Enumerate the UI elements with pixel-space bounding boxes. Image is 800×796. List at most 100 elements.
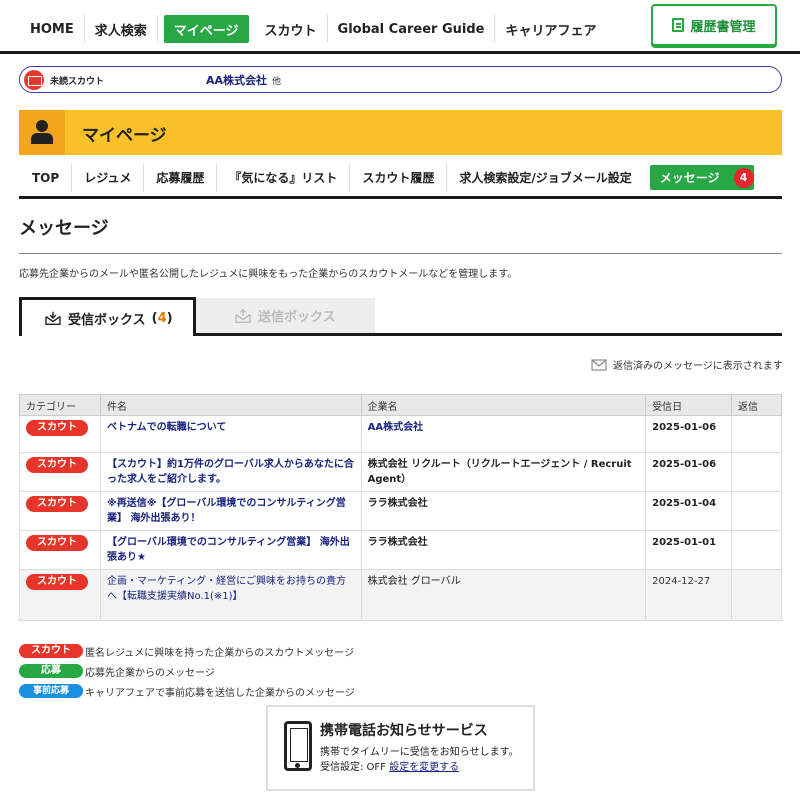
row-date-cell: 2024-12-27 (645, 569, 733, 621)
row-subject-link[interactable]: ベトナムでの転職について (107, 422, 226, 433)
category-tag: スカウト (26, 420, 88, 436)
subnav-top[interactable]: TOP (19, 163, 73, 192)
subnav-resume[interactable]: レジュメ (72, 163, 145, 192)
row-subject-cell: 企画・マーケティング・経営にご興味をお持ちの貴方へ【転職支援実績No.1(※1)… (99, 569, 362, 621)
row-category: スカウト (19, 569, 101, 621)
row-date: 2025-01-04 (652, 498, 717, 509)
mypage-header: マイページ (19, 110, 782, 155)
page-title: メッセージ (19, 218, 109, 239)
row-subject-cell: 【スカウト】約1万件のグローバル求人からあなたに合った求人をご紹介します。 (99, 452, 362, 492)
row-subject-link[interactable]: 【スカウト】約1万件のグローバル求人からあなたに合った求人をご紹介します。 (107, 459, 354, 485)
row-date-cell: 2025-01-01 (645, 530, 733, 570)
unread-scout-company[interactable]: AA株式会社他 (206, 72, 281, 88)
mobile-service-title: 携帯電話お知らせサービス (320, 723, 488, 739)
mobile-service-status: 受信設定: OFF 設定を変更する (320, 758, 459, 773)
unread-scout-bar[interactable]: 未読スカウト AA株式会社他 (19, 66, 782, 93)
legend-text-scout: 匿名レジュメに興味を持った企業からのスカウトメッセージ (85, 647, 355, 659)
subnav-messages-label: メッセージ (659, 171, 720, 185)
row-date: 2025-01-01 (652, 537, 717, 548)
nav-home[interactable]: HOME (20, 15, 85, 43)
messages-count-badge: 4 (733, 167, 754, 188)
row-reply-cell (731, 569, 782, 621)
row-date: 2024-12-27 (652, 576, 711, 587)
change-settings-link[interactable]: 設定を変更する (389, 762, 459, 773)
mobile-notification-box: 携帯電話お知らせサービス 携帯でタイムリーに受信をお知らせします。 受信設定: … (266, 705, 535, 791)
reply-note-text: 返信済みのメッセージに表示されます (613, 361, 783, 372)
resume-management-button[interactable]: 履歴書管理 (651, 4, 777, 46)
subnav-scout-history[interactable]: スカウト履歴 (350, 163, 448, 192)
row-reply-cell (731, 415, 782, 453)
legend-tag-scout: スカウト (19, 644, 83, 658)
unread-scout-other: 他 (272, 77, 282, 87)
inbox-icon (45, 311, 61, 325)
outbox-icon (235, 308, 251, 323)
row-subject-link[interactable]: 【グローバル環境でのコンサルティング営業】 海外出張あり★ (107, 537, 350, 563)
mail-icon (24, 70, 44, 90)
legend-tag-application: 応募 (19, 664, 83, 678)
legend-text-application: 応募先企業からのメッセージ (85, 667, 215, 679)
table-row[interactable]: スカウト ベトナムでの転職について AA株式会社 2025-01-06 (19, 415, 782, 453)
col-subject: 件名 (99, 394, 362, 416)
row-subject-link[interactable]: 企画・マーケティング・経営にご興味をお持ちの貴方へ【転職支援実績No.1(※1)… (107, 576, 346, 602)
legend-item-scout: スカウト 匿名レジュメに興味を持った企業からのスカウトメッセージ (19, 641, 355, 661)
category-tag: スカウト (26, 496, 88, 512)
category-legend: スカウト 匿名レジュメに興味を持った企業からのスカウトメッセージ 応募 応募先企… (19, 641, 355, 701)
subnav-messages[interactable]: メッセージ 4 (649, 165, 754, 190)
row-reply-cell (731, 452, 782, 492)
row-reply-cell (731, 530, 782, 570)
table-row[interactable]: スカウト ※再送信※【グローバル環境でのコンサルティング営業】 海外出張あり！ … (19, 491, 782, 531)
mobile-service-desc: 携帯でタイムリーに受信をお知らせします。 (320, 747, 519, 758)
mailbox-tabs: 受信ボックス (4) 送信ボックス (19, 297, 782, 336)
row-company: AA株式会社 (367, 422, 424, 433)
subnav-favorites-list[interactable]: 『気になる』リスト (217, 163, 351, 192)
nav-job-search[interactable]: 求人検索 (85, 15, 158, 43)
top-nav-items: HOME 求人検索 マイページ スカウト Global Career Guide… (20, 14, 606, 44)
subnav-application-history[interactable]: 応募履歴 (144, 163, 218, 192)
row-date: 2025-01-06 (652, 459, 717, 470)
row-company-cell: 株式会社 グローバル (360, 569, 647, 621)
nav-career-fair[interactable]: キャリアフェア (495, 15, 606, 43)
mypage-title: マイページ (82, 126, 167, 146)
col-reply: 返信 (731, 394, 782, 416)
row-date: 2025-01-06 (652, 422, 717, 433)
title-divider (19, 253, 782, 254)
category-tag: スカウト (26, 574, 88, 590)
row-company-cell: AA株式会社 (360, 415, 647, 453)
nav-scout[interactable]: スカウト (255, 15, 328, 43)
mypage-subnav: TOP レジュメ 応募履歴 『気になる』リスト スカウト履歴 求人検索設定/ジョ… (19, 159, 782, 199)
tab-inbox-label: 受信ボックス (68, 312, 146, 328)
category-tag: スカウト (26, 535, 88, 551)
row-company-cell: ララ株式会社 (360, 530, 647, 570)
tab-inbox[interactable]: 受信ボックス (4) (19, 297, 196, 336)
row-subject-link[interactable]: ※再送信※【グローバル環境でのコンサルティング営業】 海外出張あり！ (107, 498, 346, 524)
row-reply-cell (731, 491, 782, 531)
table-row[interactable]: スカウト 【グローバル環境でのコンサルティング営業】 海外出張あり★ ララ株式会… (19, 530, 782, 570)
table-row[interactable]: スカウト 企画・マーケティング・経営にご興味をお持ちの貴方へ【転職支援実績No.… (19, 569, 782, 621)
row-subject-cell: 【グローバル環境でのコンサルティング営業】 海外出張あり★ (99, 530, 362, 570)
row-category: スカウト (19, 491, 101, 531)
row-company: 株式会社 リクルート（リクルートエージェント / Recruit Agent） (367, 459, 632, 485)
row-company-cell: ララ株式会社 (360, 491, 647, 531)
row-company-cell: 株式会社 リクルート（リクルートエージェント / Recruit Agent） (360, 452, 647, 492)
row-subject-cell: ※再送信※【グローバル環境でのコンサルティング営業】 海外出張あり！ (99, 491, 362, 531)
legend-text-pre-application: キャリアフェアで事前応募を送信した企業からのメッセージ (85, 687, 355, 699)
col-company: 企業名 (360, 394, 647, 416)
mobile-status-label: 受信設定: OFF (320, 762, 386, 773)
tab-outbox[interactable]: 送信ボックス (196, 298, 375, 333)
col-date: 受信日 (645, 394, 733, 416)
row-date-cell: 2025-01-06 (645, 415, 733, 453)
document-icon (672, 18, 685, 32)
row-category: スカウト (19, 530, 101, 570)
user-icon (19, 110, 65, 155)
table-row[interactable]: スカウト 【スカウト】約1万件のグローバル求人からあなたに合った求人をご紹介しま… (19, 452, 782, 492)
row-subject-cell: ベトナムでの転職について (99, 415, 362, 453)
tab-inbox-count: 4 (157, 310, 167, 326)
row-company: ララ株式会社 (367, 498, 428, 509)
tab-inbox-count-wrap: (4) (151, 310, 173, 326)
nav-global-career-guide[interactable]: Global Career Guide (328, 15, 496, 43)
subnav-search-settings[interactable]: 求人検索設定/ジョブメール設定 (447, 164, 643, 192)
tab-outbox-label: 送信ボックス (258, 310, 336, 325)
row-company: 株式会社 グローバル (367, 576, 461, 587)
messages-table: カテゴリー 件名 企業名 受信日 返信 スカウト ベトナムでの転職について AA… (19, 394, 782, 621)
nav-mypage[interactable]: マイページ (163, 15, 249, 43)
